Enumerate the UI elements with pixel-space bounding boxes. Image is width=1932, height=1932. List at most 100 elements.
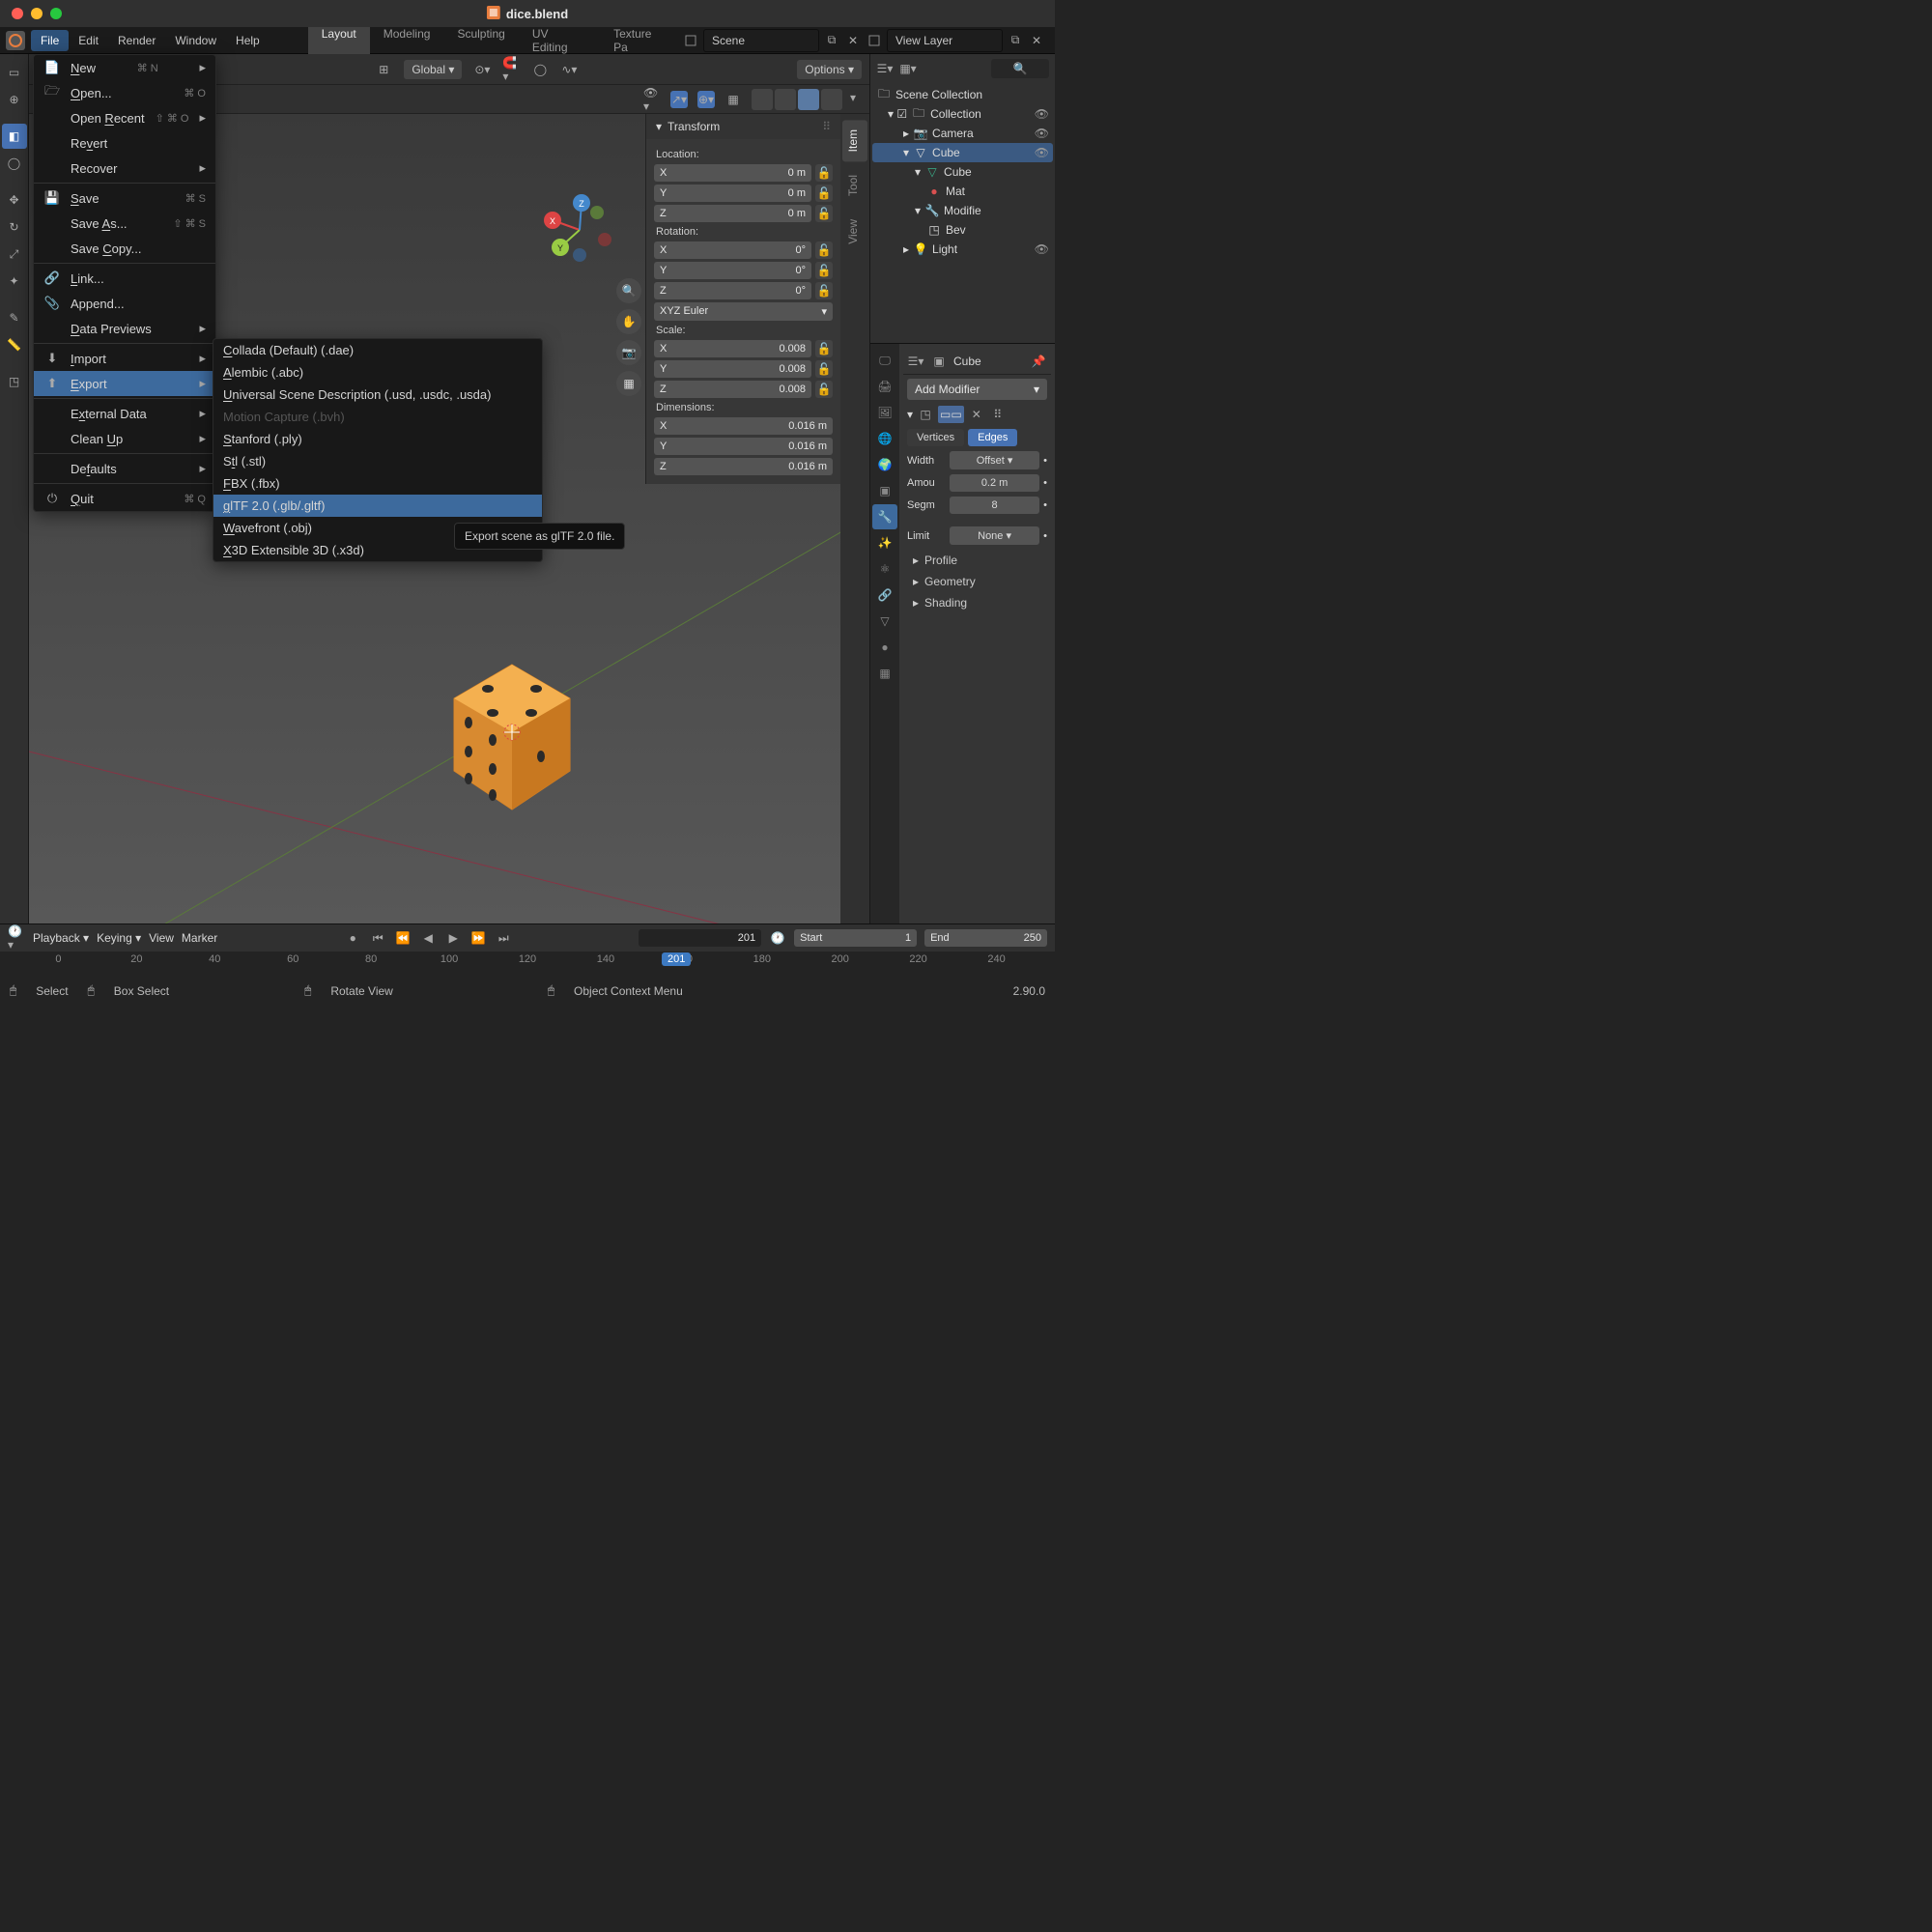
keyframe-prev-icon[interactable]: ⏪ bbox=[394, 929, 412, 947]
menu-open[interactable]: 🗁Open...⌘ O bbox=[34, 80, 215, 105]
menu-import[interactable]: ⬇Import▸ bbox=[34, 343, 215, 371]
tool-scale[interactable]: ⤢ bbox=[2, 242, 27, 267]
menu-defaults[interactable]: Defaults▸ bbox=[34, 453, 215, 481]
tool-cursor[interactable]: ⊕ bbox=[2, 87, 27, 112]
end-frame[interactable]: End250 bbox=[924, 929, 1047, 947]
timeline-type-icon[interactable]: 🕐▾ bbox=[8, 929, 25, 947]
bevel-edges[interactable]: Edges bbox=[968, 429, 1017, 446]
lock-icon[interactable]: 🔓 bbox=[815, 340, 833, 357]
tool-move[interactable]: ✥ bbox=[2, 187, 27, 213]
jump-end-icon[interactable]: ⏭ bbox=[495, 929, 512, 947]
menu-link[interactable]: 🔗Link... bbox=[34, 263, 215, 291]
export-gltf[interactable]: glTF 2.0 (.glb/.gltf) bbox=[213, 495, 542, 517]
workspace-sculpting[interactable]: Sculpting bbox=[443, 22, 518, 59]
zoom-window[interactable] bbox=[50, 8, 62, 19]
tl-marker-menu[interactable]: Marker bbox=[182, 931, 217, 945]
tab-tool[interactable]: Tool bbox=[842, 165, 867, 206]
menu-help[interactable]: Help bbox=[226, 30, 270, 51]
menu-new[interactable]: 📄New⌘ N▸ bbox=[34, 55, 215, 80]
menu-save-as[interactable]: Save As...⇧ ⌘ S bbox=[34, 211, 215, 236]
xray-icon[interactable]: ▦ bbox=[724, 91, 742, 108]
playhead[interactable]: 201 bbox=[662, 952, 691, 966]
shade-material[interactable] bbox=[798, 89, 819, 110]
camera-view-icon[interactable]: 📷 bbox=[616, 340, 641, 365]
bevel-vertices[interactable]: Vertices bbox=[907, 429, 964, 446]
scale-z[interactable]: Z0.008 bbox=[654, 381, 811, 398]
modifier-display-icons[interactable]: ▭▭ bbox=[938, 406, 964, 423]
tab-view[interactable]: View bbox=[842, 210, 867, 254]
scale-x[interactable]: X0.008 bbox=[654, 340, 811, 357]
perspective-toggle-icon[interactable]: ▦ bbox=[616, 371, 641, 396]
snap-icon[interactable]: 🧲▾ bbox=[502, 61, 520, 78]
loc-x[interactable]: X0 m bbox=[654, 164, 811, 182]
shade-rendered[interactable] bbox=[821, 89, 842, 110]
modifier-menu-icon[interactable]: ⠿ bbox=[989, 406, 1007, 423]
tool-measure[interactable]: 📏 bbox=[2, 332, 27, 357]
new-scene-icon[interactable]: ⧉ bbox=[823, 32, 840, 49]
menu-save-copy[interactable]: Save Copy... bbox=[34, 236, 215, 261]
rot-y[interactable]: Y0° bbox=[654, 262, 811, 279]
lock-icon[interactable]: 🔓 bbox=[815, 185, 833, 202]
play-icon[interactable]: ▶ bbox=[444, 929, 462, 947]
eye-icon[interactable]: 👁 bbox=[1035, 146, 1049, 159]
delete-scene-icon[interactable]: ✕ bbox=[844, 32, 862, 49]
menu-external-data[interactable]: External Data▸ bbox=[34, 398, 215, 426]
tool-transform[interactable]: ✦ bbox=[2, 269, 27, 294]
tab-modifier[interactable]: 🔧 bbox=[872, 504, 897, 529]
lock-icon[interactable]: 🔓 bbox=[815, 282, 833, 299]
scene-name-input[interactable] bbox=[703, 29, 819, 52]
export-fbx[interactable]: FBX (.fbx) bbox=[213, 472, 542, 495]
lock-icon[interactable]: 🔓 bbox=[815, 262, 833, 279]
lock-icon[interactable]: 🔓 bbox=[815, 360, 833, 378]
proportional-icon[interactable]: ◯ bbox=[531, 61, 549, 78]
dim-x[interactable]: X0.016 m bbox=[654, 417, 833, 435]
jump-start-icon[interactable]: ⏮ bbox=[369, 929, 386, 947]
new-viewlayer-icon[interactable]: ⧉ bbox=[1007, 32, 1024, 49]
tool-annotate[interactable]: ✎ bbox=[2, 305, 27, 330]
workspace-uv[interactable]: UV Editing bbox=[519, 22, 600, 59]
tab-scene[interactable]: 🌐 bbox=[872, 426, 897, 451]
shading-dropdown-icon[interactable]: ▾ bbox=[844, 89, 862, 106]
pin-icon[interactable]: 📌 bbox=[1030, 353, 1047, 370]
tool-select-box[interactable]: ◧ bbox=[2, 124, 27, 149]
visibility-icon[interactable]: 👁▾ bbox=[643, 91, 661, 108]
limit-select[interactable]: None ▾ bbox=[950, 526, 1039, 545]
shading-section[interactable]: ▸ Shading bbox=[907, 592, 1047, 613]
blender-logo-icon[interactable] bbox=[6, 31, 25, 50]
pivot-icon[interactable]: ⊙▾ bbox=[473, 61, 491, 78]
menu-render[interactable]: Render bbox=[108, 30, 165, 51]
menu-export[interactable]: ⬆Export▸ bbox=[34, 371, 215, 396]
tree-cube[interactable]: ▾ ▽Cube👁 bbox=[872, 143, 1053, 162]
rotation-mode[interactable]: XYZ Euler▾ bbox=[654, 302, 833, 321]
tree-light[interactable]: ▸ 💡Light👁 bbox=[872, 240, 1053, 259]
viewlayer-browse-icon[interactable] bbox=[866, 32, 883, 49]
nav-gizmo[interactable]: X Y Z bbox=[541, 191, 618, 269]
gizmo-toggle-icon[interactable]: ↗▾ bbox=[670, 91, 688, 108]
menu-window[interactable]: Window bbox=[165, 30, 226, 51]
preview-range-icon[interactable]: 🕐 bbox=[769, 929, 786, 947]
eye-icon[interactable]: 👁 bbox=[1035, 242, 1049, 256]
start-frame[interactable]: Start1 bbox=[794, 929, 917, 947]
menu-clean-up[interactable]: Clean Up▸ bbox=[34, 426, 215, 451]
scale-y[interactable]: Y0.008 bbox=[654, 360, 811, 378]
export-ply[interactable]: Stanford (.ply) bbox=[213, 428, 542, 450]
tab-constraints[interactable]: 🔗 bbox=[872, 582, 897, 608]
menu-revert[interactable]: Revert bbox=[34, 130, 215, 156]
profile-section[interactable]: ▸ Profile bbox=[907, 550, 1047, 571]
outliner-type-icon[interactable]: ☰▾ bbox=[876, 60, 894, 77]
tool-rotate[interactable]: ↻ bbox=[2, 214, 27, 240]
zoom-control-icon[interactable]: 🔍 bbox=[616, 278, 641, 303]
orientation-icon[interactable]: ⊞ bbox=[375, 61, 392, 78]
menu-open-recent[interactable]: Open Recent⇧ ⌘ O▸ bbox=[34, 105, 215, 130]
tab-render[interactable]: 🖵 bbox=[872, 348, 897, 373]
workspace-layout[interactable]: Layout bbox=[308, 22, 370, 59]
tree-material[interactable]: ●Mat bbox=[872, 182, 1053, 201]
width-mode[interactable]: Offset ▾ bbox=[950, 451, 1039, 469]
timeline-track[interactable]: 0 20 40 60 80 100 120 140 160 180 200 22… bbox=[0, 952, 1055, 979]
tab-object[interactable]: ▣ bbox=[872, 478, 897, 503]
outliner-search[interactable]: 🔍 bbox=[991, 59, 1049, 78]
workspace-modeling[interactable]: Modeling bbox=[370, 22, 444, 59]
tool-select-circle[interactable]: ◯ bbox=[2, 151, 27, 176]
autokey-icon[interactable]: ● bbox=[344, 929, 361, 947]
keyframe-next-icon[interactable]: ⏩ bbox=[469, 929, 487, 947]
